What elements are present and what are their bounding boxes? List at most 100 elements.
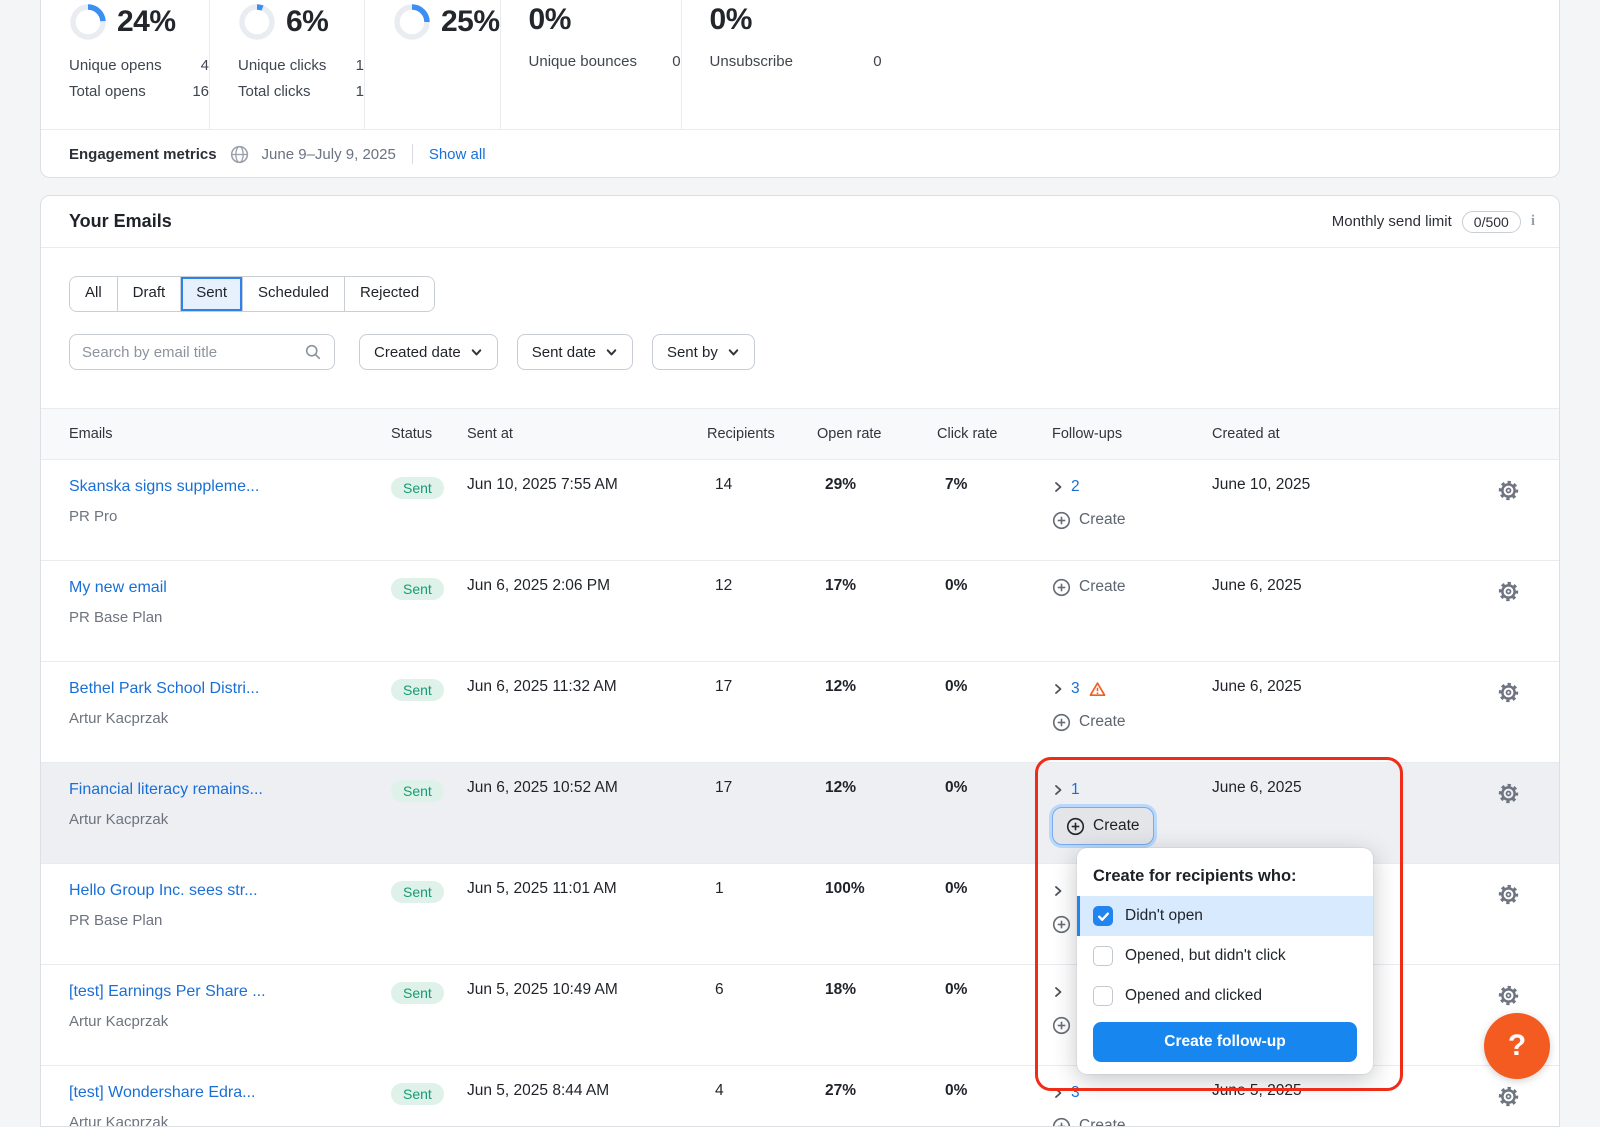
gear-icon[interactable]	[1497, 681, 1520, 762]
help-button[interactable]: ?	[1484, 1013, 1550, 1079]
donut-chart	[393, 3, 431, 41]
popup-option[interactable]: Opened and clicked	[1077, 976, 1373, 1016]
chevron-right-icon[interactable]	[1052, 683, 1064, 695]
followups-count-link[interactable]: 1	[1071, 781, 1080, 799]
stat-percent: 24%	[117, 5, 176, 39]
search-input[interactable]	[82, 344, 304, 361]
email-title-link[interactable]: Skanska signs suppleme...	[69, 476, 259, 498]
click-rate-value: 0%	[937, 763, 1052, 863]
column-header: Recipients	[707, 426, 817, 442]
tab-all[interactable]: All	[70, 277, 117, 311]
followups-count-link[interactable]: 3	[1071, 1084, 1080, 1102]
chevron-right-icon[interactable]	[1052, 481, 1064, 493]
stat-block: 0% Unique bounces0	[501, 0, 682, 129]
stat-percent: 25%	[441, 5, 500, 39]
sent-at-value: Jun 5, 2025 8:44 AM	[467, 1066, 707, 1127]
plus-circle-icon	[1052, 1117, 1071, 1127]
email-subtitle: Artur Kacprzak	[69, 709, 391, 729]
followups-count-link[interactable]: 3	[1071, 680, 1080, 698]
tab-rejected[interactable]: Rejected	[344, 277, 434, 311]
followups-count-link[interactable]: 2	[1071, 478, 1080, 496]
chevron-right-icon[interactable]	[1052, 885, 1064, 897]
plus-circle-icon	[1052, 915, 1071, 934]
gear-icon[interactable]	[1497, 782, 1520, 863]
stat-percent: 0%	[710, 3, 752, 37]
email-title-link[interactable]: My new email	[69, 577, 167, 599]
stat-metric: Unique opens4	[69, 53, 209, 79]
stat-metric: Total opens16	[69, 79, 209, 105]
chevron-right-icon[interactable]	[1052, 986, 1064, 998]
info-icon[interactable]: i	[1531, 213, 1535, 230]
checkbox[interactable]	[1093, 906, 1113, 926]
create-followup-submit-button[interactable]: Create follow-up	[1093, 1022, 1357, 1062]
warning-icon	[1089, 681, 1106, 698]
status-badge: Sent	[391, 679, 444, 701]
gear-icon[interactable]	[1497, 1085, 1520, 1127]
status-badge: Sent	[391, 1083, 444, 1105]
show-all-link[interactable]: Show all	[429, 146, 486, 163]
create-followup-button[interactable]: Create	[1052, 1116, 1126, 1127]
card-header: Your Emails Monthly send limit 0/500 i	[41, 196, 1559, 248]
popup-option[interactable]: Didn't open	[1077, 896, 1373, 936]
plus-circle-icon	[1052, 578, 1071, 597]
globe-icon	[229, 144, 250, 165]
sent-date-dropdown[interactable]: Sent date	[517, 334, 633, 370]
plus-circle-icon	[1052, 713, 1071, 732]
column-header: Follow-ups	[1052, 426, 1212, 442]
email-title-link[interactable]: Hello Group Inc. sees str...	[69, 880, 258, 902]
email-title-link[interactable]: [test] Wondershare Edra...	[69, 1082, 255, 1104]
create-followup-button[interactable]: Create	[1052, 712, 1126, 732]
open-rate-value: 27%	[817, 1066, 937, 1127]
create-followup-popup: Create for recipients who: Didn't openOp…	[1077, 848, 1373, 1074]
chevron-down-icon	[470, 346, 483, 359]
checkbox[interactable]	[1093, 986, 1113, 1006]
donut-chart	[238, 3, 276, 41]
created-date-dropdown[interactable]: Created date	[359, 334, 498, 370]
tab-draft[interactable]: Draft	[117, 277, 181, 311]
plus-circle-icon	[1066, 817, 1085, 836]
chevron-right-icon[interactable]	[1052, 784, 1064, 796]
email-subtitle: Artur Kacprzak	[69, 810, 391, 830]
tab-scheduled[interactable]: Scheduled	[242, 277, 344, 311]
tab-sent[interactable]: Sent	[180, 277, 242, 311]
engagement-date-range: June 9–July 9, 2025	[262, 146, 396, 163]
recipients-value: 6	[707, 965, 817, 1065]
column-header: Created at	[1212, 426, 1484, 442]
table-row: [test] Wondershare Edra... Artur Kacprza…	[41, 1066, 1559, 1127]
email-title-link[interactable]: Financial literacy remains...	[69, 779, 263, 801]
click-rate-value: 0%	[937, 561, 1052, 661]
email-title-link[interactable]: Bethel Park School Distri...	[69, 678, 259, 700]
send-limit-badge: 0/500	[1462, 211, 1521, 233]
popup-option-label: Opened, but didn't click	[1125, 947, 1286, 965]
email-subtitle: Artur Kacprzak	[69, 1012, 391, 1032]
gear-icon[interactable]	[1497, 479, 1520, 560]
create-followup-button[interactable]: Create	[1052, 577, 1126, 597]
column-header: Emails	[41, 426, 391, 442]
chevron-right-icon[interactable]	[1052, 1087, 1064, 1099]
popup-option-label: Didn't open	[1125, 907, 1203, 925]
create-followup-button[interactable]: Create	[1052, 510, 1126, 530]
created-at-value: June 5, 2025	[1212, 1066, 1484, 1127]
gear-icon[interactable]	[1497, 580, 1520, 661]
status-badge: Sent	[391, 982, 444, 1004]
column-header: Click rate	[937, 426, 1052, 442]
search-box[interactable]	[69, 334, 335, 370]
stat-percent: 0%	[529, 3, 571, 37]
sent-by-dropdown[interactable]: Sent by	[652, 334, 755, 370]
open-rate-value: 12%	[817, 763, 937, 863]
recipients-value: 1	[707, 864, 817, 964]
click-rate-value: 0%	[937, 965, 1052, 1065]
email-title-link[interactable]: [test] Earnings Per Share ...	[69, 981, 266, 1003]
recipients-value: 17	[707, 763, 817, 863]
chevron-down-icon	[727, 346, 740, 359]
search-icon	[304, 343, 322, 361]
gear-icon[interactable]	[1497, 883, 1520, 964]
checkbox[interactable]	[1093, 946, 1113, 966]
create-followup-button[interactable]: Create	[1052, 807, 1154, 845]
open-rate-value: 29%	[817, 460, 937, 560]
popup-option[interactable]: Opened, but didn't click	[1077, 936, 1373, 976]
donut-chart	[69, 3, 107, 41]
table-header: Emails Status Sent at Recipients Open ra…	[41, 408, 1559, 460]
stat-metric: Unsubscribe0	[710, 49, 882, 75]
stat-metric: Unique clicks1	[238, 53, 364, 79]
